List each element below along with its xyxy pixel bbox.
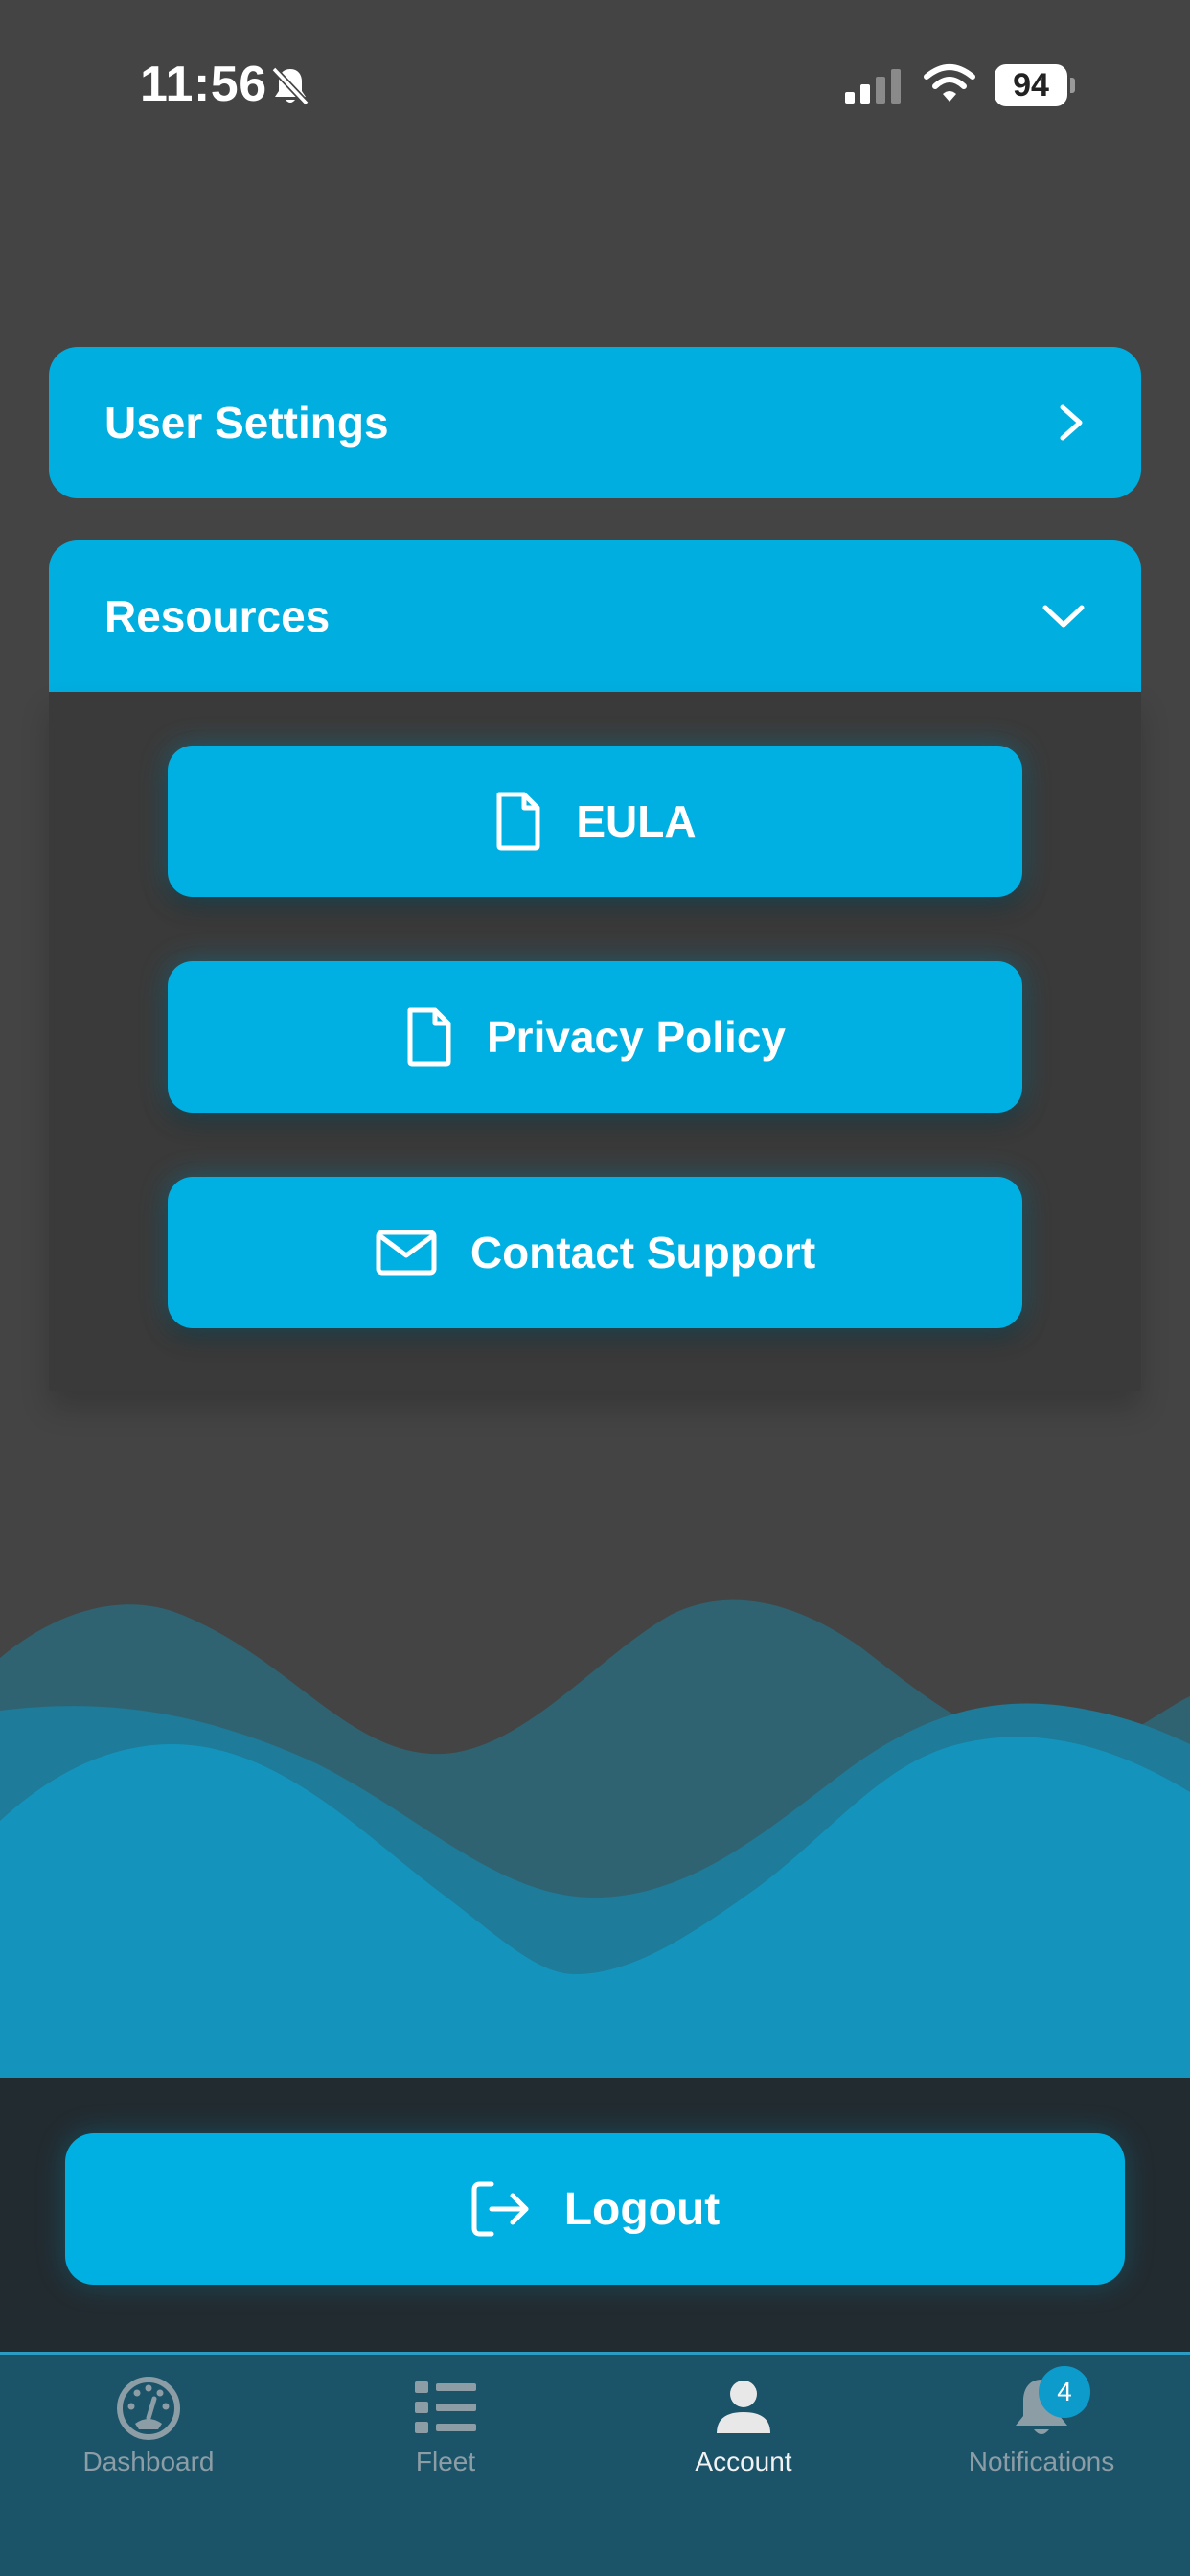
user-settings-label: User Settings bbox=[104, 398, 389, 448]
user-settings-row[interactable]: User Settings bbox=[49, 347, 1141, 498]
document-icon bbox=[407, 1007, 451, 1067]
person-icon bbox=[717, 2380, 770, 2433]
tab-notifications[interactable]: 4 Notifications bbox=[922, 2366, 1161, 2489]
tab-fleet-label: Fleet bbox=[415, 2447, 476, 2476]
eula-button[interactable]: EULA bbox=[168, 746, 1022, 897]
privacy-policy-label: Privacy Policy bbox=[487, 1012, 786, 1062]
tab-dashboard-label: Dashboard bbox=[82, 2447, 215, 2476]
gauge-icon bbox=[117, 2377, 180, 2440]
document-icon bbox=[496, 792, 540, 851]
battery-cap bbox=[1070, 78, 1075, 93]
logout-button[interactable]: Logout bbox=[65, 2133, 1125, 2285]
status-time: 11:56 bbox=[140, 57, 267, 112]
decorative-waves bbox=[0, 1599, 1190, 2080]
resources-label: Resources bbox=[104, 591, 331, 641]
tab-notifications-label: Notifications bbox=[968, 2447, 1115, 2476]
signal-icon bbox=[845, 69, 901, 104]
logout-area: Logout bbox=[0, 2078, 1190, 2352]
envelope-icon bbox=[376, 1230, 437, 1276]
resources-header[interactable]: Resources bbox=[49, 540, 1141, 692]
contact-support-label: Contact Support bbox=[469, 1228, 816, 1277]
tab-account[interactable]: Account bbox=[624, 2374, 863, 2489]
tab-dashboard[interactable]: Dashboard bbox=[29, 2374, 268, 2489]
bell-slash-icon bbox=[271, 66, 309, 106]
contact-support-button[interactable]: Contact Support bbox=[168, 1177, 1022, 1328]
battery-icon: 94 bbox=[995, 64, 1075, 106]
tab-bar: Dashboard Fleet Account 4 Notifications bbox=[0, 2352, 1190, 2576]
tab-account-label: Account bbox=[695, 2447, 792, 2476]
wifi-icon bbox=[924, 64, 975, 102]
status-bar: 11:56 94 bbox=[0, 0, 1190, 172]
chevron-right-icon bbox=[1060, 404, 1083, 441]
eula-label: EULA bbox=[576, 796, 697, 846]
tab-fleet[interactable]: Fleet bbox=[326, 2374, 565, 2489]
logout-icon bbox=[471, 2181, 529, 2237]
list-icon bbox=[415, 2381, 476, 2433]
privacy-policy-button[interactable]: Privacy Policy bbox=[168, 961, 1022, 1113]
battery-level: 94 bbox=[995, 64, 1067, 106]
notification-badge: 4 bbox=[1039, 2366, 1090, 2418]
logout-label: Logout bbox=[563, 2183, 721, 2235]
chevron-down-icon bbox=[1042, 605, 1085, 628]
